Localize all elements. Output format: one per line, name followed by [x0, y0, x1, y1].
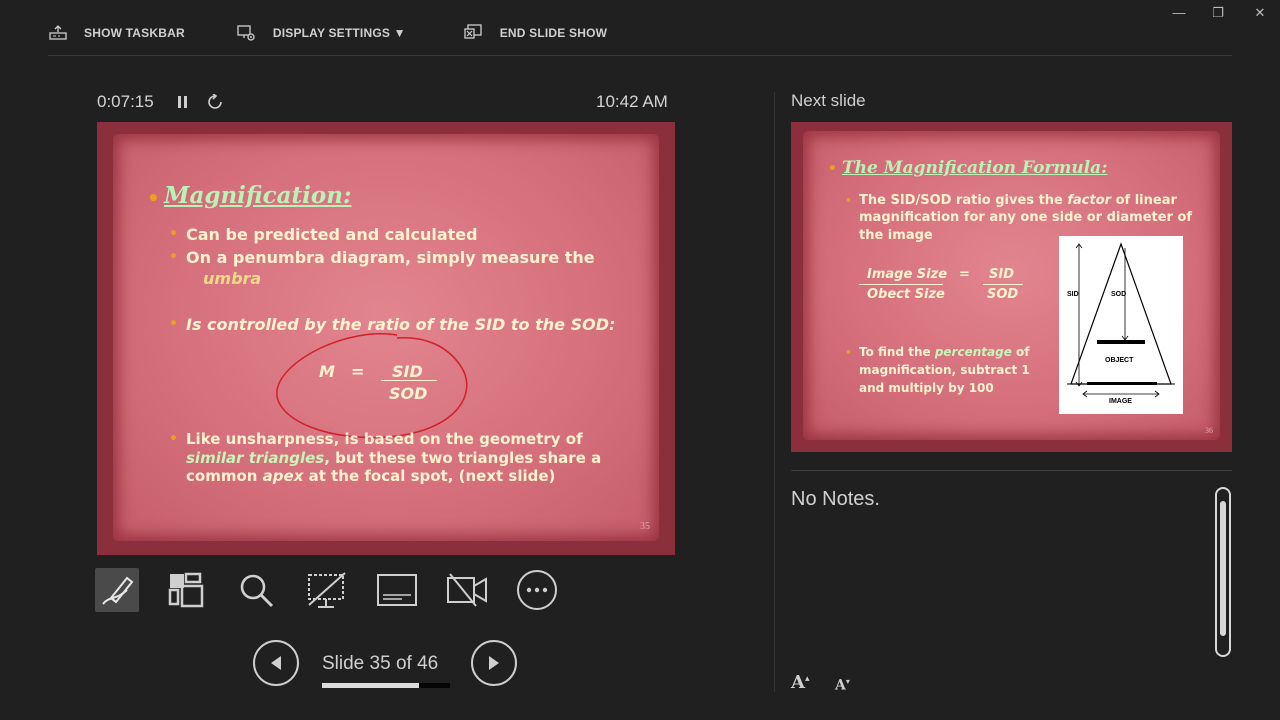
slide-counter[interactable]: Slide 35 of 46 — [322, 653, 438, 675]
taskbar-icon — [49, 25, 67, 40]
next-text: magnification for any one side or diamet… — [859, 210, 1193, 225]
zoom-icon — [240, 574, 274, 608]
sid-label: SID — [1067, 291, 1079, 298]
camera-off-icon — [447, 573, 487, 607]
slide-progress-bar — [322, 683, 450, 688]
triangle-diagram: SID SOD OBJECT IMAGE — [1059, 236, 1183, 414]
formula-numerator: Image Size — [867, 267, 948, 282]
pause-timer-button[interactable] — [177, 95, 189, 114]
triangle-right-icon — [489, 656, 499, 670]
zoom-button[interactable] — [234, 568, 278, 612]
bullet: • — [828, 161, 837, 177]
see-all-slides-icon — [168, 572, 204, 608]
pane-divider[interactable] — [774, 92, 775, 692]
restart-timer-button[interactable] — [207, 93, 223, 115]
next-slide-button[interactable] — [471, 640, 517, 686]
next-text: magnification, subtract 1 — [859, 363, 1030, 377]
next-text: The SID/SOD ratio gives the factor of li… — [859, 193, 1177, 208]
elapsed-timer: 0:07:15 — [97, 92, 154, 111]
subtitles-button[interactable] — [375, 568, 419, 612]
bullet: • — [845, 346, 853, 359]
next-text: the image — [859, 228, 933, 243]
next-slide-label: Next slide — [791, 91, 866, 110]
sod-label: SOD — [1111, 291, 1127, 298]
display-settings-label: DISPLAY SETTINGS ▼ — [272, 26, 406, 40]
next-slide-title: The Magnification Formula: — [842, 158, 1108, 178]
black-screen-button[interactable] — [304, 568, 348, 612]
increase-font-button[interactable]: A▴ — [791, 672, 810, 693]
object-label: OBJECT — [1105, 357, 1134, 364]
camera-toggle-button[interactable] — [445, 568, 489, 612]
current-slide[interactable]: • Magnification: • Can be predicted and … — [97, 122, 675, 555]
display-settings-button[interactable]: DISPLAY SETTINGS ▼ — [237, 24, 406, 42]
bullet: • — [845, 194, 853, 207]
display-settings-icon — [237, 25, 255, 41]
next-slide-preview[interactable]: • The Magnification Formula: • The SID/S… — [791, 122, 1232, 452]
font-increase-label: A — [791, 672, 805, 693]
presenter-toolbar: SHOW TASKBAR DISPLAY SETTINGS ▼ END SLID… — [48, 18, 659, 48]
notes-scrollbar[interactable] — [1215, 487, 1231, 657]
next-text: and multiply by 100 — [859, 381, 994, 395]
slide-progress-fill — [322, 683, 420, 688]
black-screen-icon — [308, 572, 346, 608]
bullet-text-line2: similar triangles, but these two triangl… — [186, 449, 602, 467]
slide-number: 36 — [1205, 426, 1213, 435]
pause-icon — [178, 96, 187, 108]
show-taskbar-label: SHOW TASKBAR — [84, 26, 185, 40]
notes-scroll-thumb[interactable] — [1220, 501, 1226, 636]
fraction-line — [983, 284, 1023, 285]
subtitles-icon — [377, 574, 417, 606]
more-options-button[interactable] — [515, 568, 559, 612]
previous-slide-button[interactable] — [253, 640, 299, 686]
show-taskbar-button[interactable]: SHOW TASKBAR — [48, 25, 185, 41]
minimize-icon[interactable]: — — [1172, 6, 1186, 20]
notes-divider — [791, 470, 1232, 471]
slide-number: 35 — [640, 521, 650, 532]
triangle-left-icon — [271, 656, 281, 670]
restore-icon[interactable]: ❐ — [1211, 6, 1225, 20]
more-options-icon — [517, 570, 557, 610]
formula-denominator: Obect Size — [867, 287, 945, 302]
end-slide-show-button[interactable]: END SLIDE SHOW — [464, 24, 607, 42]
end-show-icon — [464, 24, 482, 39]
bullet: • — [169, 431, 178, 447]
formula-denominator: SOD — [987, 287, 1019, 302]
see-all-slides-button[interactable] — [164, 568, 208, 612]
image-label: IMAGE — [1109, 398, 1132, 405]
restart-icon — [208, 93, 222, 109]
close-icon[interactable]: ✕ — [1253, 6, 1267, 20]
decrease-font-button[interactable]: A▾ — [835, 676, 850, 694]
fraction-line — [859, 284, 943, 285]
formula-numerator: SID — [989, 267, 1014, 282]
bullet-text: Like unsharpness, is based on the geomet… — [186, 430, 583, 448]
next-text: To find the percentage of — [859, 345, 1030, 359]
pen-tool-button[interactable] — [95, 568, 139, 612]
font-decrease-label: A — [835, 677, 846, 694]
speaker-notes[interactable]: No Notes. — [791, 488, 880, 511]
ink-annotation — [276, 333, 468, 439]
pen-icon — [102, 576, 134, 605]
current-time: 10:42 AM — [596, 92, 668, 111]
formula-equals: = — [959, 267, 970, 282]
bullet-text-line3: common apex at the focal spot, (next sli… — [186, 467, 556, 485]
end-slide-show-label: END SLIDE SHOW — [499, 26, 608, 40]
toolbar-divider — [48, 55, 1232, 56]
